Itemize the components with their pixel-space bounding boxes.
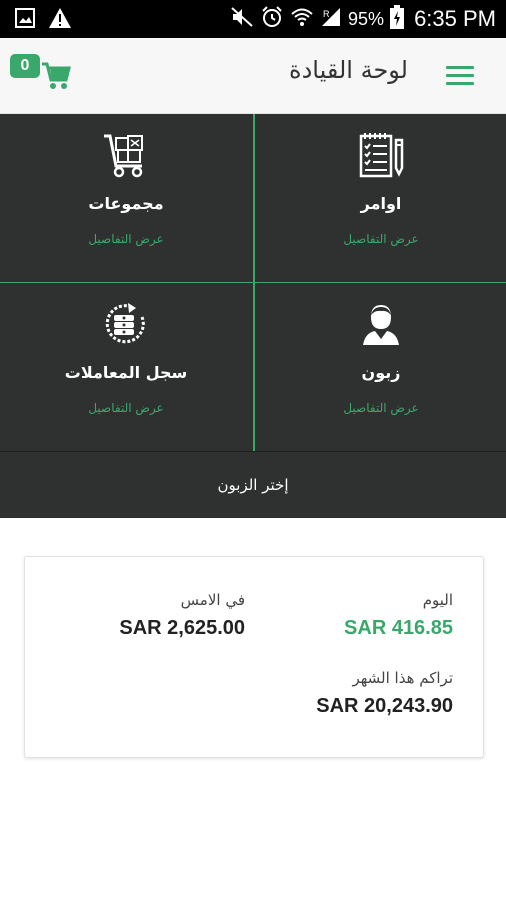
battery-percent: 95% (348, 8, 385, 29)
warning-icon (48, 7, 72, 33)
signal-icon: R (320, 6, 342, 32)
money-refresh-icon (102, 301, 150, 347)
wifi-icon (290, 6, 314, 32)
tile-customer-label: زبون (361, 363, 401, 382)
image-notification-icon (14, 7, 36, 33)
cart-count-badge: 0 (10, 54, 40, 78)
tile-orders[interactable]: اوامر عرض التفاصيل (255, 114, 506, 282)
tile-transactions-label: سجل المعاملات (64, 363, 188, 382)
notepad-icon (357, 132, 405, 178)
dashboard-grid: اوامر عرض التفاصيل مجموعات عرض التفاصيل (0, 114, 506, 453)
grid-divider-vertical (253, 114, 255, 452)
page-title: لوحة القيادة (289, 56, 408, 84)
sales-summary-card: اليوم SAR 416.85 في الامس SAR 2,625.00 ت… (24, 556, 484, 758)
stat-today-value: SAR 416.85 (344, 617, 453, 639)
tile-collections-label: مجموعات (88, 194, 164, 213)
grid-divider-horizontal (0, 282, 506, 283)
stat-today-label: اليوم (422, 591, 453, 609)
status-bar: R 95% 6:35 PM (0, 0, 506, 38)
tile-orders-label: اوامر (360, 194, 402, 213)
stat-yesterday-value: SAR 2,625.00 (119, 617, 245, 639)
person-icon (361, 301, 401, 347)
battery-icon (390, 5, 405, 33)
tile-collections-details-link[interactable]: عرض التفاصيل (0, 232, 252, 246)
stat-month-label: تراكم هذا الشهر (352, 669, 453, 687)
stat-month-value: SAR 20,243.90 (316, 695, 453, 717)
stat-yesterday: في الامس SAR 2,625.00 (119, 591, 245, 640)
clock: 6:35 PM (414, 6, 496, 31)
tile-transactions-details-link[interactable]: عرض التفاصيل (0, 401, 252, 415)
tile-transactions[interactable]: سجل المعاملات عرض التفاصيل (0, 283, 252, 451)
hamburger-menu-icon[interactable] (446, 66, 474, 86)
stat-yesterday-label: في الامس (180, 591, 245, 609)
mute-icon (230, 6, 254, 32)
stat-month: تراكم هذا الشهر SAR 20,243.90 (316, 669, 453, 718)
app-bar: 0 لوحة القيادة (0, 38, 506, 114)
hand-truck-icon (102, 132, 150, 178)
shopping-cart-icon (40, 60, 72, 96)
tile-customer[interactable]: زبون عرض التفاصيل (255, 283, 506, 451)
tile-orders-details-link[interactable]: عرض التفاصيل (255, 232, 506, 246)
alarm-icon (260, 5, 284, 33)
stat-today: اليوم SAR 416.85 (344, 591, 453, 640)
tile-customer-details-link[interactable]: عرض التفاصيل (255, 401, 506, 415)
cart-button[interactable]: 0 (10, 52, 76, 96)
choose-customer-button[interactable]: إختر الزبون (0, 452, 506, 518)
svg-text:R: R (323, 9, 330, 19)
tile-collections[interactable]: مجموعات عرض التفاصيل (0, 114, 252, 282)
